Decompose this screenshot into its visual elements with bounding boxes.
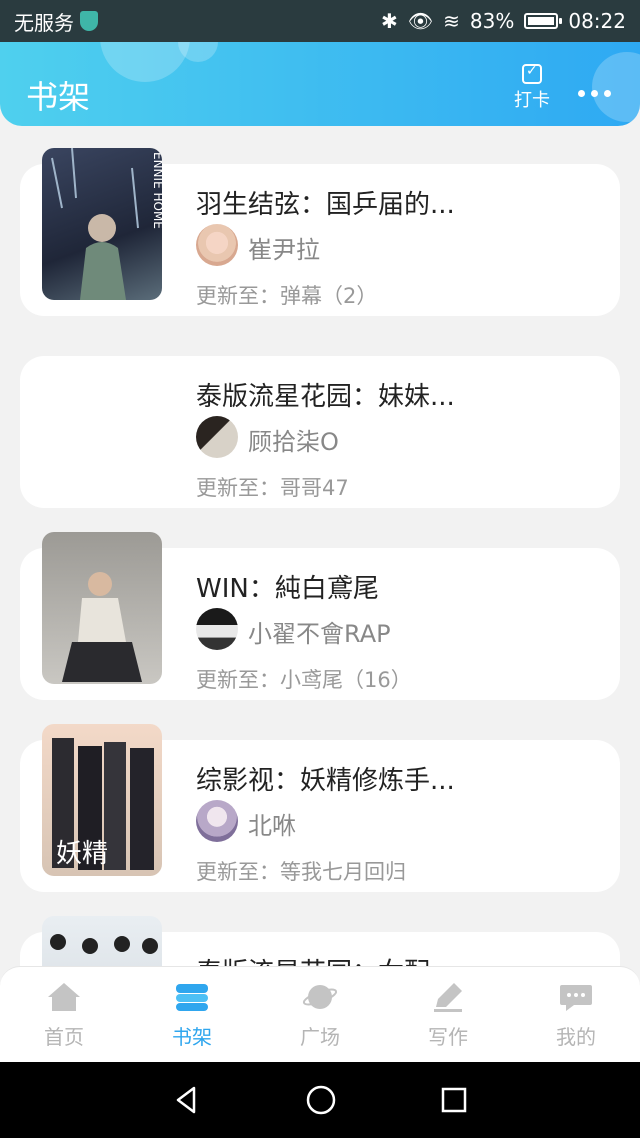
book-card[interactable]: 泰版流星花园：妹妹... 顾拾柒O 更新至：哥哥47 (20, 356, 620, 508)
book-card[interactable]: 妖精 综影视：妖精修炼手... 北咻 更新至：等我七月回归 (20, 724, 620, 892)
bottom-tab-bar: 首页 书架 广场 写作 我的 (0, 966, 640, 1062)
book-title: 泰版流星花园：女配 (196, 952, 430, 966)
author-name: 小翟不會RAP (248, 620, 391, 648)
book-cover[interactable]: ENNIE HOME (42, 148, 162, 300)
checkin-label: 打卡 (514, 90, 550, 111)
tab-write[interactable]: 写作 (384, 967, 512, 1062)
author-avatar (196, 800, 238, 842)
author-avatar (196, 224, 238, 266)
pen-icon (434, 983, 462, 1012)
dot-icon (578, 90, 585, 97)
tab-me[interactable]: 我的 (512, 967, 640, 1062)
more-button[interactable] (578, 90, 611, 97)
status-bar: 无服务 ✱ 👁 ≋ 83% 08:22 (0, 0, 640, 42)
dot-icon (591, 90, 598, 97)
tab-bookshelf[interactable]: 书架 (128, 967, 256, 1062)
tab-home[interactable]: 首页 (0, 967, 128, 1062)
book-card[interactable]: ENNIE HOME 羽生结弦：国乒届的... 崔尹拉 更新至：弹幕（2） (20, 148, 620, 316)
book-cover[interactable]: 妖精 (42, 724, 162, 876)
calendar-check-icon (522, 63, 542, 84)
wifi-icon: ≋ (443, 9, 460, 33)
chat-bubble-icon (560, 985, 592, 1011)
header: 书架 打卡 (0, 42, 640, 126)
author-name: 崔尹拉 (248, 236, 320, 264)
author-avatar (196, 416, 238, 458)
cover-text: 妖精 (56, 839, 108, 869)
dot-icon (604, 90, 611, 97)
author-name: 北咻 (248, 812, 296, 840)
back-icon[interactable] (172, 1085, 202, 1115)
book-list[interactable]: ENNIE HOME 羽生结弦：国乒届的... 崔尹拉 更新至：弹幕（2） 泰版… (0, 126, 640, 966)
tab-label: 首页 (44, 1025, 84, 1049)
author-avatar (196, 608, 238, 650)
tab-label: 我的 (556, 1025, 596, 1049)
planet-icon (302, 985, 338, 1009)
shield-icon (80, 11, 98, 31)
system-nav-bar (0, 1062, 640, 1138)
update-status: 更新至：哥哥47 (196, 476, 349, 500)
checkin-button[interactable]: 打卡 (508, 63, 556, 112)
battery-percent: 83% (469, 9, 515, 33)
tab-label: 书架 (172, 1025, 212, 1049)
book-title: 泰版流星花园：妹妹... (196, 382, 455, 412)
book-title: WIN：純白鳶尾 (196, 574, 379, 604)
book-card[interactable]: 泰版流星花园：女配 (20, 916, 620, 966)
eye-icon: 👁 (407, 9, 434, 33)
carrier-text: 无服务 (14, 10, 74, 35)
update-status: 更新至：小鸢尾（16） (196, 668, 412, 692)
update-status: 更新至：弹幕（2） (196, 284, 378, 308)
recents-icon[interactable] (440, 1086, 468, 1114)
tab-label: 写作 (428, 1025, 468, 1049)
home-icon (48, 983, 80, 1011)
page-title: 书架 (26, 78, 91, 116)
book-title: 羽生结弦：国乒届的... (196, 190, 455, 220)
book-card[interactable]: WIN：純白鳶尾 小翟不會RAP 更新至：小鸢尾（16） (20, 532, 620, 700)
home-circle-icon[interactable] (305, 1084, 337, 1116)
book-cover[interactable] (42, 532, 162, 684)
author-name: 顾拾柒O (248, 428, 339, 456)
clock: 08:22 (568, 9, 626, 33)
update-status: 更新至：等我七月回归 (196, 860, 406, 884)
tab-square[interactable]: 广场 (256, 967, 384, 1062)
bluetooth-icon: ✱ (380, 9, 398, 33)
cover-text: ENNIE HOME (151, 152, 162, 229)
bookshelf-icon (176, 984, 208, 1011)
book-cover[interactable] (42, 916, 162, 966)
battery-icon (524, 13, 563, 29)
book-title: 综影视：妖精修炼手... (196, 766, 455, 796)
tab-label: 广场 (300, 1025, 340, 1049)
